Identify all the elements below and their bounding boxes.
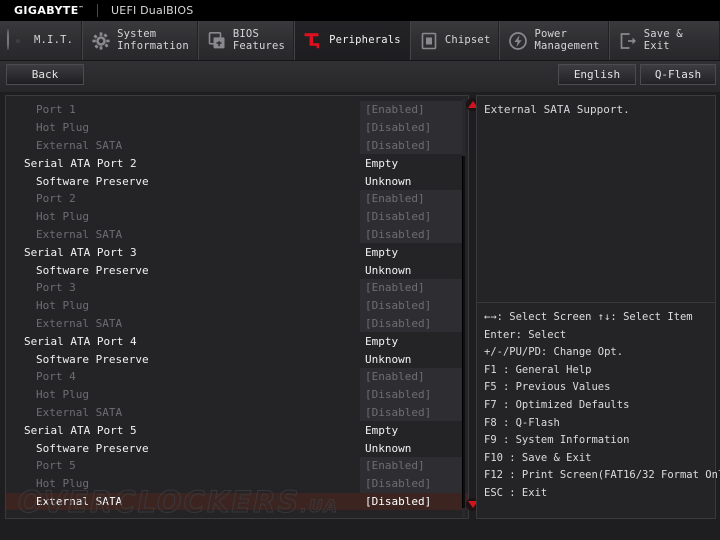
settings-row[interactable]: Software PreserveUnknown	[6, 350, 468, 368]
help-key-line: F12 : Print Screen(FAT16/32 Format Only)	[484, 467, 714, 485]
settings-row[interactable]: Port 2[Enabled]	[6, 190, 468, 208]
help-description: External SATA Support.	[484, 102, 710, 117]
tab-label: Chipset	[445, 35, 491, 47]
settings-row-value[interactable]: [Enabled]	[360, 190, 464, 208]
settings-row-value[interactable]: [Enabled]	[360, 457, 464, 475]
settings-row[interactable]: Software PreserveUnknown	[6, 261, 468, 279]
settings-row[interactable]: External SATA[Disabled]	[6, 226, 468, 244]
tab-system-information[interactable]: System Information	[82, 21, 198, 60]
settings-row[interactable]: Software PreserveUnknown	[6, 439, 468, 457]
brand-divider	[97, 4, 98, 17]
settings-row-value[interactable]: Empty	[360, 154, 464, 172]
sub-toolbar: Back English Q-Flash	[0, 61, 720, 92]
settings-row-value[interactable]: Unknown	[360, 439, 464, 457]
settings-row[interactable]: Hot Plug[Disabled]	[6, 119, 468, 137]
settings-row-value[interactable]: [Disabled]	[360, 137, 464, 155]
settings-row-value[interactable]: [Enabled]	[360, 101, 464, 119]
sata-icon	[302, 30, 324, 52]
settings-row[interactable]: External SATA[Disabled]	[6, 315, 468, 333]
exit-icon	[617, 30, 639, 52]
settings-row[interactable]: External SATA[Disabled]	[6, 137, 468, 155]
tab-label: M.I.T.	[34, 35, 73, 47]
bolt-icon	[507, 30, 529, 52]
tab-label: System Information	[117, 29, 189, 52]
settings-row[interactable]: Serial ATA Port 2Empty	[6, 154, 468, 172]
settings-row-value[interactable]: [Disabled]	[360, 315, 464, 333]
settings-row[interactable]: Serial ATA Port 3Empty	[6, 243, 468, 261]
help-panel: External SATA Support. ←→: Select Screen…	[476, 95, 716, 519]
settings-row[interactable]: Port 3[Enabled]	[6, 279, 468, 297]
help-key-line: F5 : Previous Values	[484, 379, 714, 397]
tab-mit[interactable]: M.I.T.	[0, 21, 82, 60]
settings-row-value[interactable]: [Disabled]	[360, 208, 464, 226]
settings-row[interactable]: Software PreserveUnknown	[6, 172, 468, 190]
settings-row-value[interactable]: [Enabled]	[360, 279, 464, 297]
settings-row[interactable]: External SATA[Disabled]	[6, 493, 468, 511]
help-divider	[477, 302, 715, 303]
help-key-line: F9 : System Information	[484, 432, 714, 450]
help-key-line: F10 : Save & Exit	[484, 450, 714, 468]
tab-power-management[interactable]: Power Management	[499, 21, 608, 60]
help-key-line: Enter: Select	[484, 327, 714, 345]
language-button[interactable]: English	[558, 64, 636, 85]
brand-subtitle: UEFI DualBIOS	[111, 4, 193, 17]
back-button[interactable]: Back	[6, 64, 84, 85]
settings-list-panel: Port 1[Enabled]Hot Plug[Disabled]Externa…	[5, 95, 469, 519]
qflash-button[interactable]: Q-Flash	[640, 64, 716, 85]
tab-label: Power Management	[534, 29, 599, 52]
settings-row-value[interactable]: [Disabled]	[360, 226, 464, 244]
settings-row[interactable]: External SATA[Disabled]	[6, 404, 468, 422]
help-key-line: F8 : Q-Flash	[484, 415, 714, 433]
settings-row[interactable]: Hot Plug[Disabled]	[6, 208, 468, 226]
settings-row[interactable]: Port 4[Enabled]	[6, 368, 468, 386]
settings-row[interactable]: Port 5[Enabled]	[6, 457, 468, 475]
tab-label: BIOS Features	[233, 29, 285, 52]
settings-row-value[interactable]: [Disabled]	[360, 493, 464, 511]
settings-row-value[interactable]: [Disabled]	[360, 475, 464, 493]
main-content: Port 1[Enabled]Hot Plug[Disabled]Externa…	[0, 92, 720, 540]
tab-label: Save & Exit	[644, 29, 711, 52]
settings-row-value[interactable]: [Disabled]	[360, 386, 464, 404]
settings-row-value[interactable]: Empty	[360, 332, 464, 350]
brand-bar: GIGABYTE™ UEFI DualBIOS	[0, 0, 720, 21]
help-key-line: F7 : Optimized Defaults	[484, 397, 714, 415]
settings-row-value[interactable]: Unknown	[360, 172, 464, 190]
help-key-line: ←→: Select Screen ↑↓: Select Item	[484, 309, 714, 327]
settings-row-value[interactable]: Empty	[360, 421, 464, 439]
settings-row-value[interactable]: [Disabled]	[360, 297, 464, 315]
help-key-legend: ←→: Select Screen ↑↓: Select ItemEnter: …	[484, 309, 714, 503]
tab-bios-features[interactable]: BIOS Features	[198, 21, 294, 60]
settings-row-value[interactable]: [Enabled]	[360, 368, 464, 386]
settings-row[interactable]: Serial ATA Port 5Empty	[6, 421, 468, 439]
settings-row-value[interactable]: Unknown	[360, 350, 464, 368]
settings-rows: Port 1[Enabled]Hot Plug[Disabled]Externa…	[6, 101, 468, 510]
settings-row-value[interactable]: Empty	[360, 243, 464, 261]
main-tab-bar: M.I.T. System Information BIOS Features …	[0, 21, 720, 61]
help-key-line: +/-/PU/PD: Change Opt.	[484, 344, 714, 362]
tab-chipset[interactable]: Chipset	[410, 21, 500, 60]
bios-screen: GIGABYTE™ UEFI DualBIOS M.I.T. System In…	[0, 0, 720, 540]
tab-save-and-exit[interactable]: Save & Exit	[609, 21, 720, 60]
settings-row[interactable]: Serial ATA Port 4Empty	[6, 332, 468, 350]
help-key-line: F1 : General Help	[484, 362, 714, 380]
settings-row[interactable]: Hot Plug[Disabled]	[6, 386, 468, 404]
list-scrollbar-thumb[interactable]	[462, 156, 465, 508]
tab-peripherals[interactable]: Peripherals	[294, 21, 410, 60]
settings-row[interactable]: Hot Plug[Disabled]	[6, 475, 468, 493]
chip-icon	[206, 30, 228, 52]
settings-row-value[interactable]: Unknown	[360, 261, 464, 279]
settings-row-value[interactable]: [Disabled]	[360, 404, 464, 422]
gear-icon	[90, 30, 112, 52]
help-key-line: ESC : Exit	[484, 485, 714, 503]
gigabyte-logo: GIGABYTE™	[0, 4, 84, 17]
memory-icon	[418, 30, 440, 52]
settings-row[interactable]: Port 1[Enabled]	[6, 101, 468, 119]
tab-label: Peripherals	[329, 35, 401, 47]
settings-row-value[interactable]: [Disabled]	[360, 119, 464, 137]
trademark-mark: ™	[79, 5, 84, 11]
disc-icon	[7, 30, 29, 52]
settings-row[interactable]: Hot Plug[Disabled]	[6, 297, 468, 315]
